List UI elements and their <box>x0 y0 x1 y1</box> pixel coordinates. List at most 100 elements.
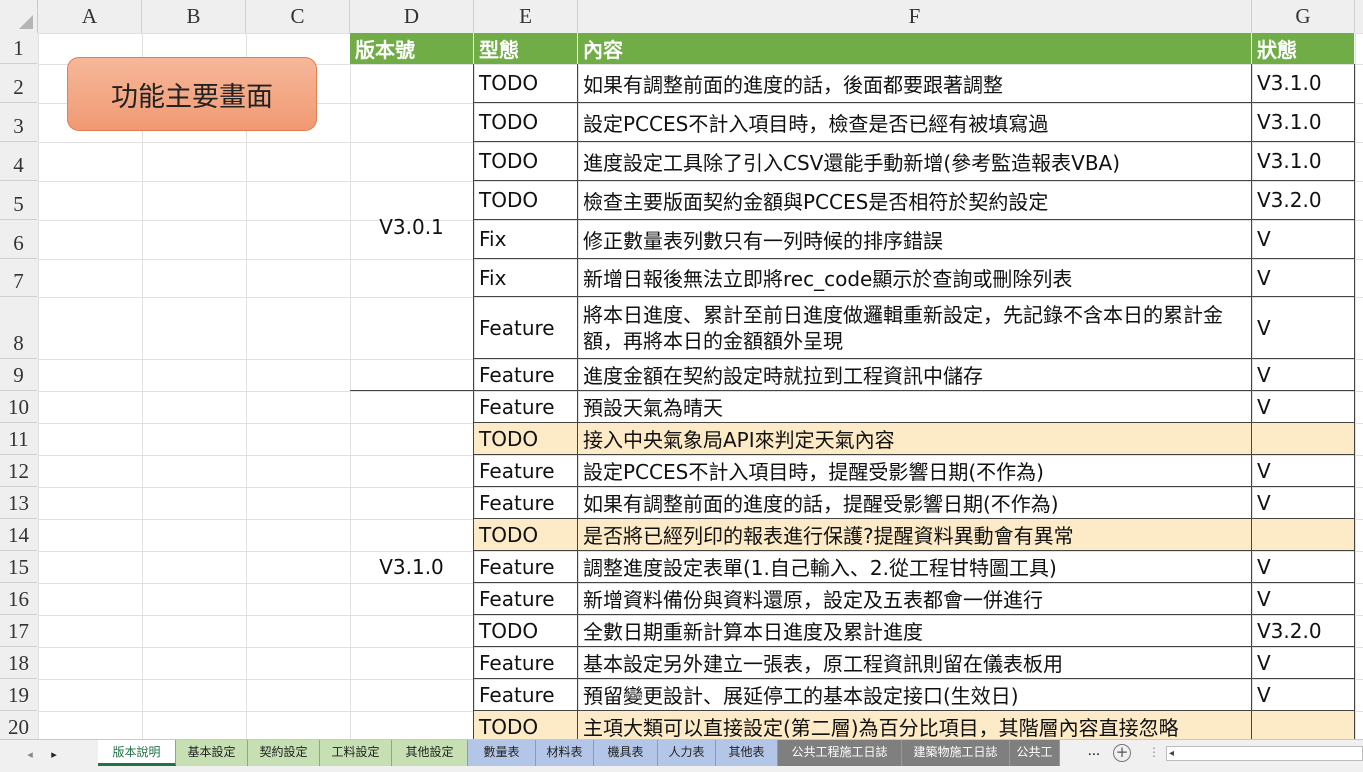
entry-type[interactable]: TODO <box>474 103 578 142</box>
entry-type[interactable]: TODO <box>474 423 578 455</box>
sheet-tab[interactable]: 數量表 <box>468 740 536 766</box>
entry-type[interactable]: Feature <box>474 455 578 487</box>
sheet-tab[interactable]: 材料表 <box>536 740 594 766</box>
sheet-tab[interactable]: 基本設定 <box>176 740 248 766</box>
row-header-8[interactable]: 8 <box>0 297 37 359</box>
entry-type[interactable]: Fix <box>474 220 578 259</box>
row-header-14[interactable]: 14 <box>0 519 37 551</box>
column-header-c[interactable]: C <box>246 0 350 33</box>
entry-type[interactable]: Feature <box>474 647 578 679</box>
sheet-tab[interactable]: 契約設定 <box>248 740 320 766</box>
row-header-10[interactable]: 10 <box>0 391 37 423</box>
header-type[interactable]: 型態 <box>474 33 578 64</box>
entry-content[interactable]: 全數日期重新計算本日進度及累計進度 <box>578 615 1252 647</box>
sheet-tab[interactable]: 公共工 <box>1010 740 1060 766</box>
sheet-tab[interactable]: 其他表 <box>716 740 778 766</box>
column-header-f[interactable]: F <box>578 0 1252 33</box>
entry-content[interactable]: 修正數量表列數只有一列時候的排序錯誤 <box>578 220 1252 259</box>
entry-status[interactable]: V3.1.0 <box>1252 142 1355 181</box>
version-group-cell[interactable]: V3.0.1 <box>350 64 474 391</box>
column-header-b[interactable]: B <box>142 0 246 33</box>
row-header-19[interactable]: 19 <box>0 679 37 711</box>
row-header-7[interactable]: 7 <box>0 259 37 297</box>
column-header-g[interactable]: G <box>1252 0 1355 33</box>
row-header-16[interactable]: 16 <box>0 583 37 615</box>
row-header-9[interactable]: 9 <box>0 359 37 391</box>
entry-content[interactable]: 如果有調整前面的進度的話，提醒受影響日期(不作為) <box>578 487 1252 519</box>
row-header-3[interactable]: 3 <box>0 103 37 142</box>
column-header-e[interactable]: E <box>474 0 578 33</box>
entry-type[interactable]: Fix <box>474 259 578 297</box>
row-header-2[interactable]: 2 <box>0 64 37 103</box>
entry-type[interactable]: Feature <box>474 679 578 711</box>
row-header-17[interactable]: 17 <box>0 615 37 647</box>
tab-prev-icon[interactable]: ◂ <box>22 746 38 764</box>
sheet-tab[interactable]: 版本說明 <box>98 740 176 766</box>
entry-status[interactable]: V <box>1252 647 1355 679</box>
row-header-1[interactable]: 1 <box>0 33 37 64</box>
entry-status[interactable]: V3.1.0 <box>1252 103 1355 142</box>
entry-status[interactable]: V <box>1252 455 1355 487</box>
row-header-5[interactable]: 5 <box>0 181 37 220</box>
column-header-a[interactable]: A <box>38 0 142 33</box>
column-header-d[interactable]: D <box>350 0 474 33</box>
row-header-18[interactable]: 18 <box>0 647 37 679</box>
sheet-tab[interactable]: 其他設定 <box>392 740 468 766</box>
entry-content[interactable]: 新增日報後無法立即將rec_code顯示於查詢或刪除列表 <box>578 259 1252 297</box>
sheet-tab[interactable]: 公共工程施工日誌 <box>778 740 902 766</box>
row-header-13[interactable]: 13 <box>0 487 37 519</box>
entry-content[interactable]: 設定PCCES不計入項目時，提醒受影響日期(不作為) <box>578 455 1252 487</box>
entry-content[interactable]: 將本日進度、累計至前日進度做邏輯重新設定，先記錄不含本日的累計金額，再將本日的金… <box>578 297 1252 359</box>
row-header-6[interactable]: 6 <box>0 220 37 259</box>
entry-type[interactable]: Feature <box>474 487 578 519</box>
entry-type[interactable]: Feature <box>474 551 578 583</box>
entry-content[interactable]: 新增資料備份與資料還原，設定及五表都會一併進行 <box>578 583 1252 615</box>
entry-type[interactable]: TODO <box>474 519 578 551</box>
entry-status[interactable]: V <box>1252 391 1355 423</box>
entry-type[interactable]: Feature <box>474 583 578 615</box>
sheet-tab[interactable]: 機具表 <box>594 740 658 766</box>
row-header-12[interactable]: 12 <box>0 455 37 487</box>
entry-status[interactable]: V <box>1252 259 1355 297</box>
entry-status[interactable]: V <box>1252 359 1355 391</box>
entry-type[interactable]: Feature <box>474 359 578 391</box>
entry-type[interactable]: Feature <box>474 391 578 423</box>
entry-status[interactable]: V <box>1252 297 1355 359</box>
row-header-20[interactable]: 20 <box>0 711 37 739</box>
entry-content[interactable]: 檢查主要版面契約金額與PCCES是否相符於契約設定 <box>578 181 1252 220</box>
entry-content[interactable]: 如果有調整前面的進度的話，後面都要跟著調整 <box>578 64 1252 103</box>
entry-content[interactable]: 進度設定工具除了引入CSV還能手動新增(參考監造報表VBA) <box>578 142 1252 181</box>
entry-status[interactable]: V3.1.0 <box>1252 64 1355 103</box>
add-sheet-icon[interactable]: + <box>1113 744 1131 762</box>
version-group-cell[interactable]: V3.1.0 <box>350 391 474 739</box>
entry-type[interactable]: TODO <box>474 181 578 220</box>
entry-status[interactable]: V <box>1252 551 1355 583</box>
header-status[interactable]: 狀態 <box>1252 33 1355 64</box>
entry-content[interactable]: 預設天氣為晴天 <box>578 391 1252 423</box>
entry-content[interactable]: 基本設定另外建立一張表，原工程資訊則留在儀表板用 <box>578 647 1252 679</box>
entry-status[interactable]: V3.2.0 <box>1252 615 1355 647</box>
entry-content[interactable]: 進度金額在契約設定時就拉到工程資訊中儲存 <box>578 359 1252 391</box>
entry-status[interactable] <box>1252 519 1355 551</box>
entry-type[interactable]: Feature <box>474 297 578 359</box>
entry-type[interactable]: TODO <box>474 142 578 181</box>
sheet-tab[interactable]: 工料設定 <box>320 740 392 766</box>
entry-content[interactable]: 預留變更設計、展延停工的基本設定接口(生效日) <box>578 679 1252 711</box>
entry-status[interactable] <box>1252 711 1355 739</box>
header-content[interactable]: 內容 <box>578 33 1252 64</box>
entry-status[interactable]: V3.2.0 <box>1252 181 1355 220</box>
entry-content[interactable]: 是否將已經列印的報表進行保護?提醒資料異動會有異常 <box>578 519 1252 551</box>
entry-status[interactable]: V <box>1252 220 1355 259</box>
entry-content[interactable]: 調整進度設定表單(1.自己輸入、2.從工程甘特圖工具) <box>578 551 1252 583</box>
entry-status[interactable] <box>1252 423 1355 455</box>
entry-status[interactable]: V <box>1252 679 1355 711</box>
row-header-4[interactable]: 4 <box>0 142 37 181</box>
tab-next-icon[interactable]: ▸ <box>46 746 62 764</box>
header-version[interactable]: 版本號 <box>350 33 474 64</box>
entry-content[interactable]: 設定PCCES不計入項目時，檢查是否已經有被填寫過 <box>578 103 1252 142</box>
entry-type[interactable]: TODO <box>474 64 578 103</box>
sheet-tab[interactable]: 人力表 <box>658 740 716 766</box>
row-header-11[interactable]: 11 <box>0 423 37 455</box>
horizontal-scrollbar[interactable]: ◂ <box>1166 746 1363 761</box>
entry-type[interactable]: TODO <box>474 711 578 739</box>
